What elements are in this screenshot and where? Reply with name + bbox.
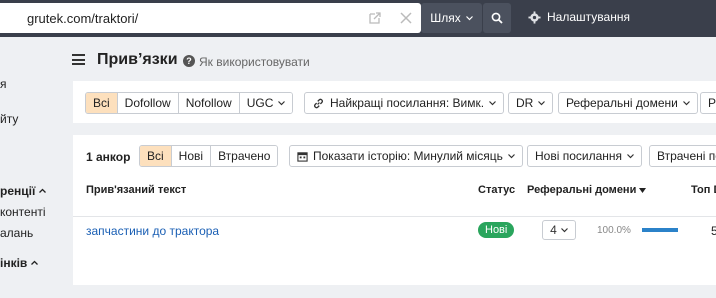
sidebar-item[interactable]: контенті	[0, 205, 46, 219]
sidebar-item[interactable]: я	[0, 77, 7, 91]
ref-domains-percent: 100.0%	[597, 225, 631, 236]
help-link[interactable]: Як використовувати	[199, 55, 310, 69]
calendar-icon	[297, 151, 308, 162]
chevron-up-icon	[31, 260, 39, 265]
mode-label: Шлях	[430, 11, 461, 25]
segment-lost[interactable]: Втрачено	[211, 146, 278, 166]
ref-domains-bar	[642, 228, 678, 232]
best-links-dropdown[interactable]: Найкращі посилання: Вимк.	[304, 92, 505, 114]
top-domain-value: 5	[711, 224, 716, 238]
row-divider	[73, 216, 716, 217]
segment-ugc[interactable]: UGC	[239, 93, 293, 113]
anchor-text-link[interactable]: запчастини до трактора	[86, 224, 219, 238]
chevron-down-icon	[465, 15, 473, 20]
gear-icon	[528, 10, 541, 24]
column-header-anchor[interactable]: Прив'язаний текст	[86, 184, 186, 196]
settings-button[interactable]: Налаштування	[528, 10, 630, 24]
filter-bar: Всі Dofollow Nofollow UGC Найкращі посил…	[73, 81, 716, 123]
help-icon[interactable]: ?	[183, 55, 195, 67]
search-button[interactable]	[483, 3, 511, 33]
history-label: Показати історію: Минулий місяць	[313, 149, 503, 163]
column-header-top-domain[interactable]: Топ D	[691, 184, 716, 196]
new-links-label: Нові посилання	[535, 149, 623, 163]
segment-all[interactable]: Всі	[140, 146, 172, 166]
chevron-down-icon	[682, 100, 690, 105]
chevron-down-icon	[538, 100, 546, 105]
more-filter-dropdown[interactable]: Р	[700, 92, 716, 114]
external-link-icon[interactable]	[368, 11, 382, 25]
page-title: Прив’язки	[97, 51, 178, 68]
chevron-down-icon	[560, 227, 568, 232]
column-header-ref-domains-label: Реферальні домени	[527, 184, 637, 196]
ref-domains-count: 4	[550, 223, 557, 237]
best-links-label: Найкращі посилання: Вимк.	[330, 96, 485, 110]
anchors-table-card: 1 анкор Всі Нові Втрачено Показати істор…	[73, 135, 716, 285]
new-links-dropdown[interactable]: Нові посилання	[527, 145, 643, 167]
settings-label: Налаштування	[547, 10, 630, 24]
dr-dropdown[interactable]: DR	[508, 92, 554, 114]
url-input[interactable]: grutek.com/traktori/	[0, 3, 421, 33]
link-type-segment: Всі Dofollow Nofollow UGC	[85, 92, 294, 114]
url-text: grutek.com/traktori/	[27, 11, 139, 26]
sidebar-item[interactable]: йту	[0, 112, 18, 126]
sidebar-item[interactable]: алань	[0, 226, 33, 240]
segment-all[interactable]: Всі	[86, 93, 118, 113]
chevron-down-icon	[507, 153, 515, 158]
anchor-count: 1 анкор	[86, 150, 131, 164]
ref-domains-dropdown[interactable]: Реферальні домени	[558, 92, 698, 114]
segment-dofollow[interactable]: Dofollow	[117, 93, 179, 113]
more-filter-label: Р	[708, 96, 716, 110]
status-badge: Нові	[478, 222, 515, 238]
link-icon	[314, 98, 323, 108]
sidebar-section[interactable]: інків	[0, 256, 39, 270]
segment-nofollow[interactable]: Nofollow	[178, 93, 240, 113]
chevron-up-icon	[39, 188, 47, 193]
column-header-ref-domains[interactable]: Реферальні домени	[527, 184, 647, 196]
mode-dropdown[interactable]: Шлях	[421, 3, 482, 33]
history-dropdown[interactable]: Показати історію: Минулий місяць	[289, 145, 523, 167]
top-bar: grutek.com/traktori/ Шлях Налаштування	[0, 0, 716, 37]
sort-desc-icon	[639, 187, 647, 193]
menu-icon[interactable]	[72, 54, 85, 65]
ref-domains-label: Реферальні домени	[566, 96, 678, 110]
column-header-status[interactable]: Статус	[478, 184, 515, 196]
chevron-down-icon	[489, 100, 496, 105]
sidebar-section[interactable]: ренції	[0, 184, 47, 198]
lost-links-dropdown[interactable]: Втрачені по	[649, 145, 716, 167]
dr-label: DR	[516, 96, 534, 110]
ref-domains-count-dropdown[interactable]: 4	[542, 220, 576, 240]
clear-icon[interactable]	[399, 11, 413, 25]
state-segment: Всі Нові Втрачено	[139, 145, 279, 167]
sidebar-section-label: ренції	[0, 184, 36, 198]
ref-domains-bar-fill	[642, 228, 678, 232]
sidebar-section-label: інків	[0, 256, 28, 270]
chevron-down-icon	[278, 100, 286, 105]
lost-links-label: Втрачені по	[657, 149, 716, 163]
chevron-down-icon	[627, 153, 634, 158]
segment-new[interactable]: Нові	[171, 146, 212, 166]
search-icon	[491, 12, 503, 24]
segment-ugc-label: UGC	[246, 96, 274, 110]
